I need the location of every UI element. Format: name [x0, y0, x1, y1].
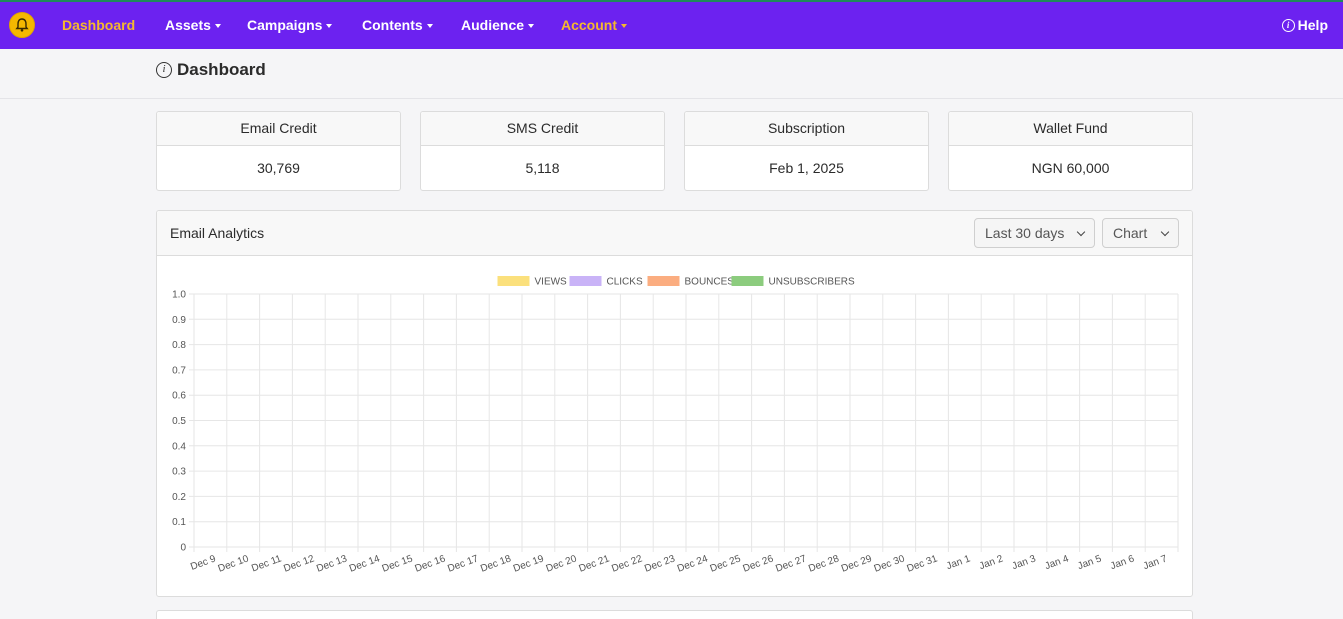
- x-tick-label: Dec 22: [610, 553, 644, 574]
- y-tick-label: 0.9: [172, 315, 186, 326]
- bell-icon[interactable]: [9, 12, 35, 38]
- panel-title: Email Analytics: [170, 225, 265, 241]
- secondary-panel: [156, 610, 1193, 619]
- x-tick-label: Jan 1: [945, 553, 972, 572]
- card-label: SMS Credit: [421, 112, 664, 146]
- legend-label: CLICKS: [607, 277, 643, 288]
- x-tick-label: Dec 25: [709, 553, 743, 574]
- x-tick-label: Jan 7: [1142, 553, 1169, 572]
- x-tick-label: Dec 15: [381, 553, 415, 574]
- x-tick-label: Dec 18: [479, 553, 513, 574]
- help-label: Help: [1297, 17, 1328, 33]
- legend-swatch: [497, 276, 530, 286]
- x-tick-label: Dec 23: [643, 553, 677, 574]
- x-tick-label: Jan 3: [1011, 553, 1038, 572]
- sms-credit-card: SMS Credit 5,118: [420, 111, 665, 191]
- caret-down-icon: [621, 24, 627, 28]
- chevron-down-icon: [1160, 227, 1170, 237]
- x-tick-label: Dec 29: [840, 553, 874, 574]
- nav-audience[interactable]: Audience: [461, 2, 535, 49]
- x-tick-label: Dec 27: [774, 553, 808, 574]
- date-range-select[interactable]: Last 30 days: [974, 218, 1095, 248]
- nav-contents[interactable]: Contents: [362, 2, 433, 49]
- nav-account[interactable]: Account: [561, 2, 627, 49]
- legend-swatch: [647, 276, 680, 286]
- x-tick-label: Dec 28: [807, 553, 841, 574]
- y-tick-label: 0.4: [172, 441, 186, 452]
- card-value: 5,118: [525, 160, 560, 176]
- panel-header: Email Analytics Last 30 days Chart: [157, 211, 1192, 256]
- y-tick-label: 0.2: [172, 492, 186, 503]
- y-tick-label: 0.1: [172, 517, 186, 528]
- view-mode-value: Chart: [1113, 225, 1148, 241]
- x-tick-label: Jan 2: [978, 553, 1005, 572]
- x-tick-label: Dec 10: [217, 553, 251, 574]
- date-range-value: Last 30 days: [985, 225, 1065, 241]
- email-credit-card: Email Credit 30,769: [156, 111, 401, 191]
- y-tick-label: 1.0: [172, 290, 186, 301]
- x-tick-label: Jan 4: [1043, 553, 1070, 572]
- legend-swatch: [569, 276, 602, 286]
- y-tick-label: 0.3: [172, 467, 186, 478]
- x-tick-label: Dec 24: [676, 553, 710, 574]
- card-label: Subscription: [685, 112, 928, 146]
- subscription-card: Subscription Feb 1, 2025: [684, 111, 929, 191]
- x-tick-label: Dec 16: [413, 553, 447, 574]
- top-navbar: Dashboard Assets Campaigns Contents Audi…: [0, 2, 1343, 49]
- email-analytics-chart: 1.00.90.80.70.60.50.40.30.20.10Dec 9 Dec …: [172, 276, 1179, 575]
- email-analytics-panel: Email Analytics Last 30 days Chart 1.0 0.…: [156, 210, 1193, 597]
- legend-swatch: [731, 276, 764, 286]
- nav-contents-label: Contents: [362, 17, 423, 33]
- card-value: NGN 60,000: [1031, 160, 1110, 176]
- card-label: Wallet Fund: [949, 112, 1192, 146]
- x-tick-label: Dec 31: [905, 553, 939, 574]
- nav-account-label: Account: [561, 17, 617, 33]
- nav-audience-label: Audience: [461, 17, 525, 33]
- y-tick-label: 0.7: [172, 365, 186, 376]
- x-tick-label: Dec 13: [315, 553, 349, 574]
- view-mode-select[interactable]: Chart: [1102, 218, 1179, 248]
- x-tick-label: Dec 17: [446, 553, 480, 574]
- nav-assets-label: Assets: [165, 17, 211, 33]
- card-label: Email Credit: [157, 112, 400, 146]
- x-tick-label: Dec 21: [577, 553, 611, 574]
- x-tick-label: Dec 12: [282, 553, 316, 574]
- chevron-down-icon: [1076, 227, 1086, 237]
- y-tick-label: 0.8: [172, 340, 186, 351]
- nav-dashboard[interactable]: Dashboard: [62, 2, 135, 49]
- caret-down-icon: [528, 24, 535, 28]
- page-header: i Dashboard: [0, 49, 1343, 99]
- caret-down-icon: [326, 24, 333, 28]
- legend-label: UNSUBSCRIBERS: [769, 277, 855, 288]
- nav-assets[interactable]: Assets: [165, 2, 221, 49]
- page-title: Dashboard: [177, 60, 266, 79]
- y-tick-label: 0.5: [172, 416, 186, 427]
- caret-down-icon: [426, 24, 433, 28]
- wallet-fund-card: Wallet Fund NGN 60,000: [948, 111, 1193, 191]
- x-tick-label: Dec 30: [873, 553, 907, 574]
- help-link[interactable]: i Help: [1281, 2, 1328, 49]
- x-tick-label: Dec 11: [250, 553, 283, 574]
- x-tick-label: Jan 6: [1109, 553, 1136, 572]
- x-tick-label: Jan 5: [1076, 553, 1103, 572]
- x-tick-label: Dec 14: [348, 553, 382, 574]
- caret-down-icon: [214, 24, 221, 28]
- y-tick-label: 0.6: [172, 391, 186, 402]
- x-tick-label: Dec 26: [741, 553, 775, 574]
- nav-dashboard-label: Dashboard: [62, 17, 136, 33]
- info-icon[interactable]: i: [156, 62, 172, 78]
- nav-campaigns[interactable]: Campaigns: [247, 2, 333, 49]
- x-tick-label: Dec 20: [545, 553, 579, 574]
- info-icon: i: [1281, 19, 1295, 32]
- legend-label: VIEWS: [535, 277, 568, 288]
- nav-campaigns-label: Campaigns: [247, 17, 323, 33]
- x-tick-label: Dec 9: [189, 553, 218, 572]
- y-tick-label: 0: [180, 543, 186, 554]
- legend-label: BOUNCES: [685, 277, 735, 288]
- card-value: Feb 1, 2025: [769, 160, 844, 176]
- card-value: 30,769: [257, 160, 300, 176]
- x-tick-label: Dec 19: [512, 553, 546, 574]
